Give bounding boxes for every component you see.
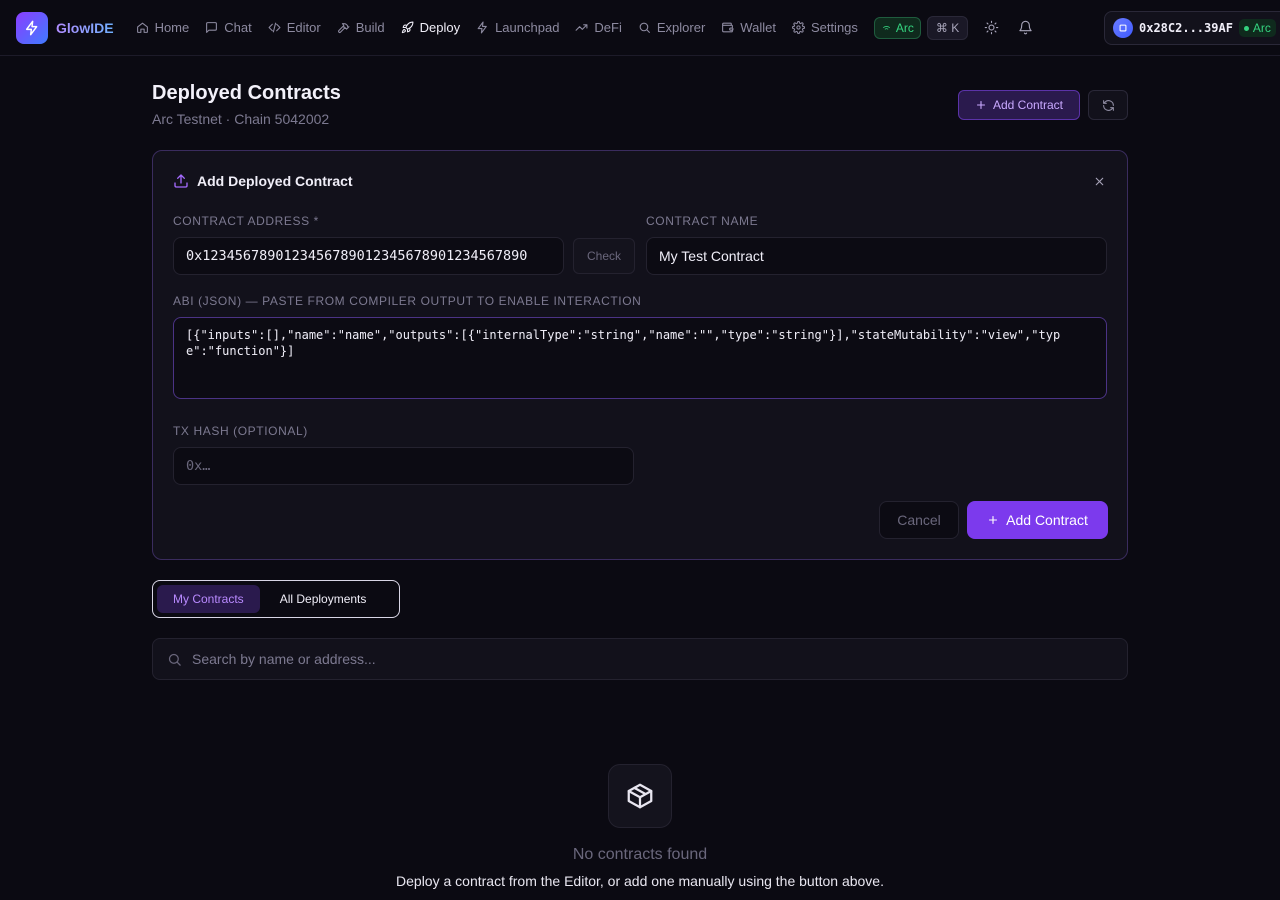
wifi-icon (882, 25, 890, 32)
nav-links: Home Chat Editor Build Deploy Launchpad … (128, 14, 866, 42)
contract-name-input[interactable]: My Test Contract (646, 237, 1107, 275)
zap-icon (477, 21, 487, 34)
network-badge[interactable]: Arc (873, 16, 921, 39)
rocket-icon (401, 21, 414, 34)
package-icon (608, 764, 672, 828)
contracts-tabs: My Contracts All Deployments (152, 580, 400, 618)
plus-icon (976, 100, 986, 110)
nav-home-label: Home (154, 20, 190, 35)
wallet-network-label: Arc (1252, 21, 1271, 35)
plus-icon (989, 515, 998, 525)
nav-deploy-label: Deploy (419, 20, 461, 35)
nav-chat-label: Chat (224, 20, 252, 35)
nav-editor-label: Editor (286, 20, 321, 35)
submit-add-contract-button[interactable]: Add Contract (967, 501, 1108, 539)
submit-button-label: Add Contract (1006, 512, 1088, 528)
empty-state-message: Deploy a contract from the Editor, or ad… (396, 873, 884, 889)
search-placeholder: Search by name or address... (192, 651, 376, 667)
nav-deploy[interactable]: Deploy (393, 14, 468, 42)
contract-address-label: CONTRACT ADDRESS * (173, 214, 319, 228)
sun-icon (984, 20, 999, 35)
add-contract-panel: Add Deployed Contract CONTRACT ADDRESS *… (152, 150, 1128, 560)
contract-name-label: CONTRACT NAME (646, 214, 759, 228)
nav-settings-label: Settings (810, 20, 858, 35)
tab-my-contracts[interactable]: My Contracts (157, 585, 260, 613)
check-address-button[interactable]: Check (573, 238, 635, 274)
cancel-button[interactable]: Cancel (879, 501, 959, 539)
network-badge-label: Arc (895, 20, 914, 35)
notifications-button[interactable] (1014, 17, 1036, 39)
abi-textarea[interactable]: [{"inputs":[],"name":"name","outputs":[{… (173, 317, 1107, 399)
nav-defi-label: DeFi (594, 20, 622, 35)
search-icon (639, 22, 650, 33)
panel-title: Add Deployed Contract (173, 173, 353, 189)
wallet-network-badge: Arc (1238, 19, 1276, 37)
home-icon (136, 22, 148, 33)
theme-toggle-button[interactable] (980, 17, 1002, 39)
chat-icon (206, 22, 218, 33)
add-contract-button[interactable]: Add Contract (958, 90, 1080, 120)
wallet-address: 0x28C2...39AF (1139, 21, 1233, 35)
add-contract-button-label: Add Contract (992, 98, 1064, 112)
nav-home[interactable]: Home (128, 14, 198, 42)
upload-icon (174, 174, 188, 188)
top-navbar: GlowIDE Home Chat Editor Build Deploy La… (0, 0, 1280, 56)
nav-wallet[interactable]: Wallet (713, 14, 784, 42)
app-name[interactable]: GlowIDE (56, 20, 114, 36)
nav-settings[interactable]: Settings (784, 14, 866, 42)
code-icon (268, 22, 281, 33)
status-dot-icon (1243, 25, 1249, 31)
wallet-icon (722, 22, 734, 33)
nav-launchpad-label: Launchpad (495, 20, 560, 35)
refresh-icon (1102, 99, 1114, 111)
nav-explorer[interactable]: Explorer (630, 14, 713, 42)
close-panel-button[interactable] (1091, 173, 1107, 189)
nav-editor[interactable]: Editor (260, 14, 329, 42)
search-icon (168, 653, 181, 666)
empty-state-title: No contracts found (572, 846, 708, 863)
command-palette-button[interactable]: ⌘ K (926, 15, 969, 40)
hammer-icon (337, 23, 350, 33)
tx-hash-label: TX HASH (OPTIONAL) (173, 424, 308, 438)
refresh-button[interactable] (1088, 90, 1128, 120)
wallet-button[interactable]: 0x28C2...39AF Arc (1104, 11, 1280, 45)
nav-launchpad[interactable]: Launchpad (468, 14, 567, 42)
nav-build-label: Build (355, 20, 385, 35)
bell-icon (1019, 20, 1032, 35)
nav-defi[interactable]: DeFi (567, 14, 629, 42)
nav-explorer-label: Explorer (656, 20, 706, 35)
gear-icon (791, 21, 805, 34)
page-subtitle: Arc Testnet · Chain 5042002 (152, 111, 330, 127)
contract-address-input[interactable]: 0x12345678901234567890123456789012345678… (173, 237, 564, 275)
logo-icon[interactable] (16, 11, 48, 44)
nav-wallet-label: Wallet (740, 20, 776, 35)
tab-all-deployments[interactable]: All Deployments (264, 585, 383, 613)
nav-chat[interactable]: Chat (197, 14, 259, 42)
search-input[interactable]: Search by name or address... (152, 638, 1128, 680)
page-title: Deployed Contracts (152, 82, 341, 104)
trending-up-icon (575, 24, 588, 31)
nav-build[interactable]: Build (329, 14, 393, 42)
abi-label: ABI (JSON) — PASTE FROM COMPILER OUTPUT … (173, 294, 642, 308)
wallet-avatar-icon (1113, 18, 1133, 38)
tx-hash-input[interactable]: 0x… (173, 447, 634, 485)
panel-title-text: Add Deployed Contract (197, 173, 353, 189)
close-icon (1095, 177, 1103, 185)
